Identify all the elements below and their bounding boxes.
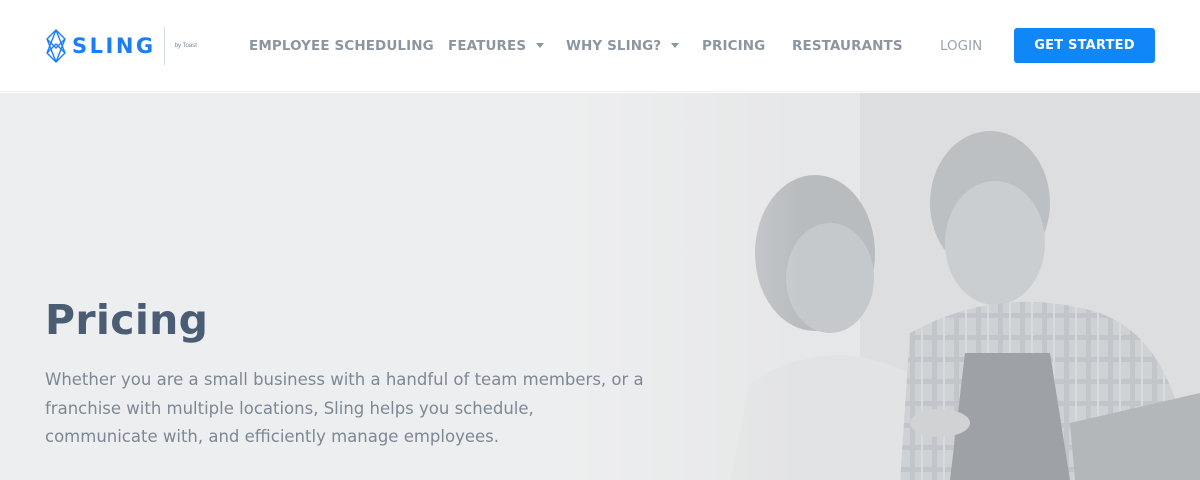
chevron-down-icon: [671, 43, 680, 48]
login-link[interactable]: LOGIN: [940, 37, 982, 55]
nav-label: PRICING: [702, 38, 766, 54]
nav-employee-scheduling[interactable]: EMPLOYEE SCHEDULING: [249, 37, 434, 55]
brand-sub: by Toast: [174, 43, 197, 49]
nav-label: WHY SLING?: [566, 38, 662, 54]
nav-features[interactable]: FEATURES: [448, 37, 545, 55]
sling-logo-icon: [46, 29, 66, 63]
hero-section: Pricing Whether you are a small business…: [0, 93, 1200, 480]
nav-label: RESTAURANTS: [792, 38, 903, 54]
logo-divider: [163, 27, 165, 65]
brand-logo[interactable]: SLING by Toast: [44, 26, 209, 66]
page-title: Pricing: [45, 296, 209, 344]
nav-restaurants[interactable]: RESTAURANTS: [792, 37, 903, 55]
chevron-down-icon: [536, 43, 545, 48]
brand-name: SLING: [72, 34, 156, 58]
site-header: SLING by Toast EMPLOYEE SCHEDULING FEATU…: [0, 0, 1200, 92]
get-started-button[interactable]: GET STARTED: [1014, 28, 1155, 63]
nav-label: EMPLOYEE SCHEDULING: [249, 38, 434, 54]
nav-pricing[interactable]: PRICING: [702, 37, 765, 55]
nav-label: FEATURES: [448, 38, 527, 54]
hero-description: Whether you are a small business with a …: [45, 370, 644, 446]
nav-why-sling[interactable]: WHY SLING?: [566, 37, 680, 55]
